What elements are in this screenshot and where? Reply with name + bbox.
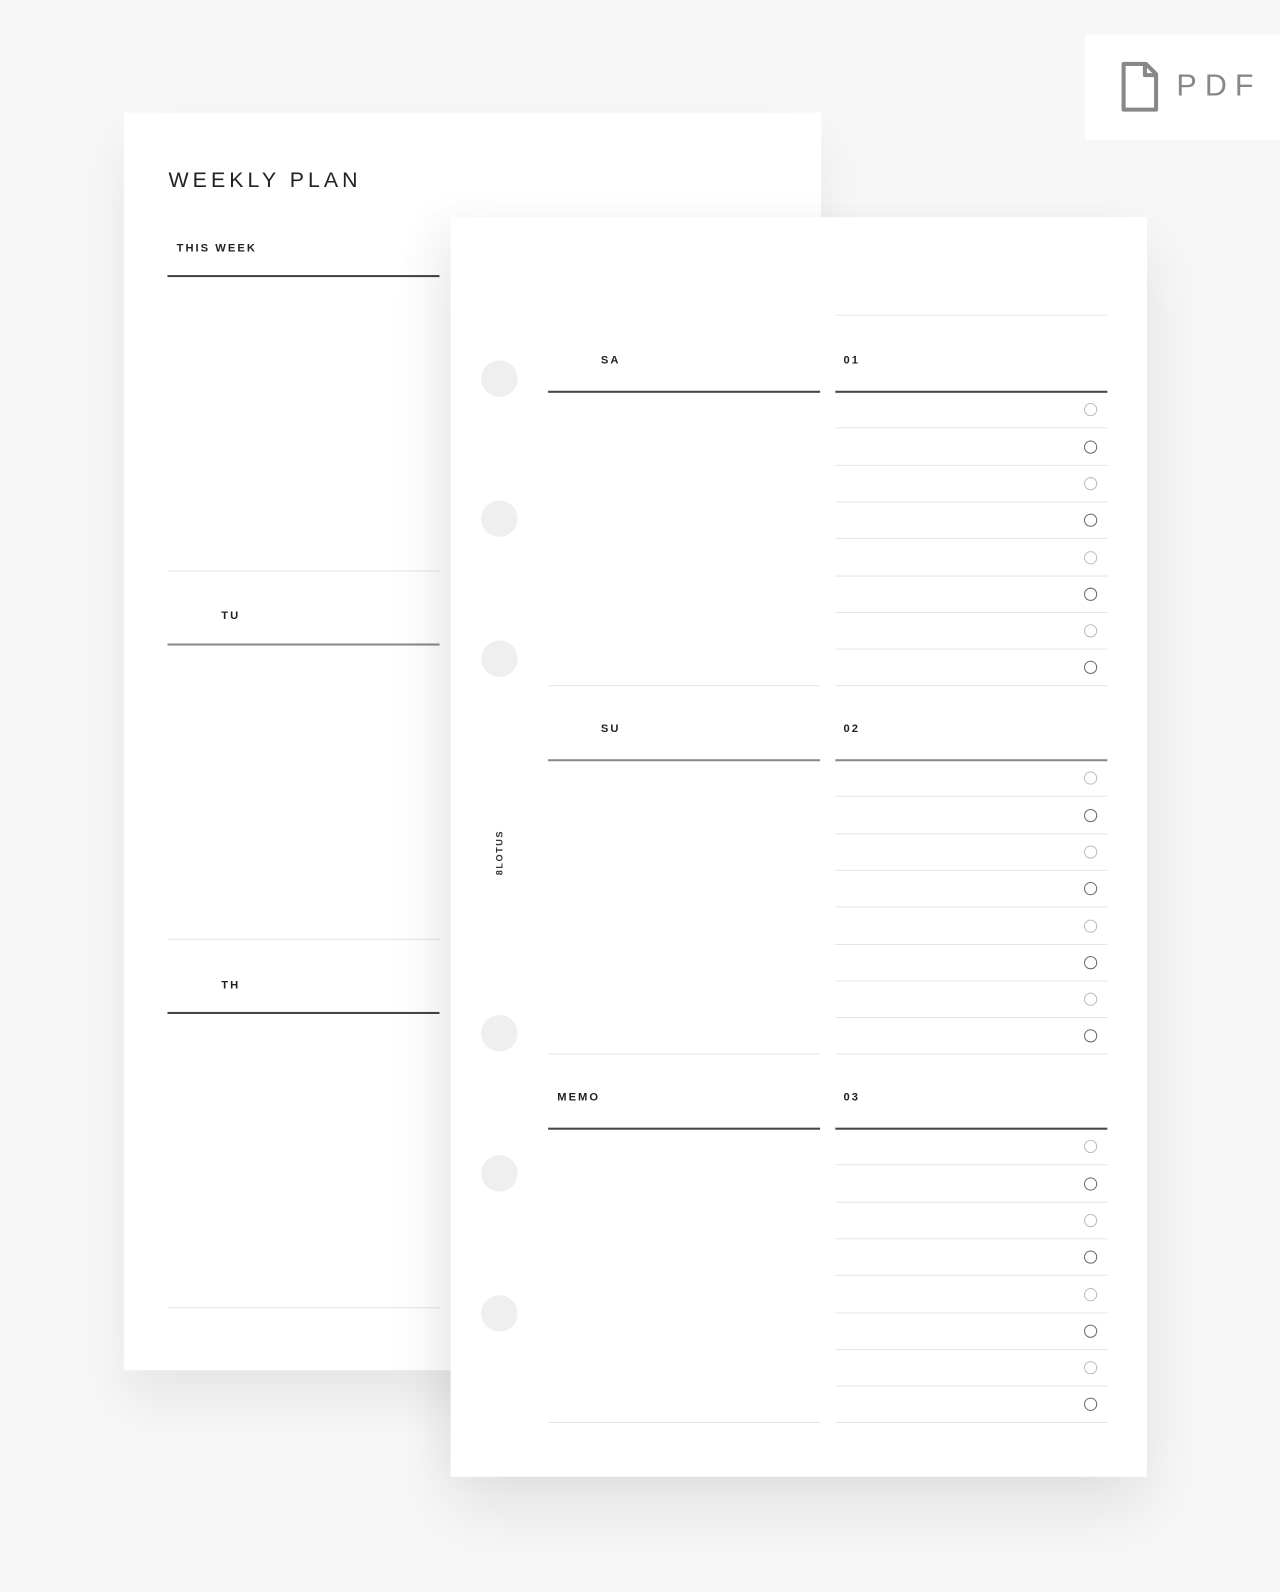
- task-line: [835, 796, 1108, 798]
- task-line: [835, 685, 1108, 687]
- checkbox[interactable]: [1084, 808, 1098, 822]
- checkbox[interactable]: [1084, 1287, 1098, 1301]
- section-tu: TU: [221, 610, 241, 623]
- section-this-week: THIS WEEK: [176, 242, 257, 255]
- divider: [548, 759, 821, 761]
- task-line: [835, 427, 1108, 429]
- checkbox[interactable]: [1084, 476, 1098, 491]
- checkbox[interactable]: [1084, 587, 1098, 601]
- section-label-left: SA: [600, 354, 621, 367]
- task-line: [835, 980, 1108, 982]
- divider: [167, 570, 440, 572]
- page-title: WEEKLY PLAN: [168, 168, 362, 192]
- divider: [548, 1127, 821, 1130]
- checkbox[interactable]: [1084, 1176, 1098, 1191]
- binder-hole: [481, 1015, 518, 1052]
- binder-hole: [481, 500, 518, 537]
- task-line: [835, 1201, 1108, 1203]
- divider: [835, 314, 1108, 316]
- brand-mark: 8LOTUS: [494, 830, 505, 876]
- divider: [167, 275, 440, 277]
- task-line: [835, 1238, 1108, 1240]
- task-line: [835, 943, 1108, 945]
- section-label-right: 01: [843, 354, 860, 367]
- task-line: [835, 1017, 1108, 1019]
- section-label-right: 03: [843, 1091, 860, 1104]
- binder-hole: [481, 640, 518, 678]
- divider: [167, 1011, 440, 1014]
- task-line: [835, 611, 1108, 613]
- stage: WEEKLY PLAN THIS WEEK TU TH SA 01 SU 02 MEMO…: [0, 0, 1280, 1592]
- binder-hole: [481, 360, 518, 397]
- task-line: [835, 1275, 1108, 1277]
- divider: [835, 759, 1108, 761]
- checkbox[interactable]: [1084, 440, 1098, 454]
- section-label-left: MEMO: [557, 1091, 601, 1104]
- divider: [548, 1422, 821, 1424]
- checkbox[interactable]: [1084, 919, 1098, 933]
- checkbox[interactable]: [1084, 624, 1098, 638]
- task-line: [835, 1422, 1108, 1424]
- task-line: [835, 538, 1108, 540]
- divider: [167, 643, 440, 646]
- binder-hole: [481, 1295, 518, 1332]
- task-line: [835, 832, 1108, 834]
- task-line: [835, 1348, 1108, 1350]
- task-line: [835, 574, 1108, 577]
- task-line: [835, 1311, 1108, 1313]
- divider: [835, 1127, 1108, 1130]
- file-icon: [1121, 61, 1159, 112]
- divider: [548, 390, 821, 393]
- section-label-right: 02: [843, 722, 860, 735]
- divider: [548, 685, 821, 687]
- section-label-left: SU: [600, 722, 621, 735]
- divider: [548, 1053, 821, 1055]
- divider: [167, 1307, 440, 1309]
- binder-hole: [481, 1155, 518, 1192]
- task-line: [835, 501, 1108, 503]
- front-page: [450, 217, 1147, 1477]
- task-line: [835, 648, 1108, 650]
- task-line: [835, 1164, 1108, 1166]
- divider: [167, 938, 440, 940]
- divider: [835, 390, 1108, 393]
- checkbox[interactable]: [1084, 992, 1098, 1006]
- checkbox[interactable]: [1084, 845, 1098, 859]
- task-line: [835, 464, 1108, 466]
- pdf-label: PDF: [1176, 69, 1262, 103]
- checkbox[interactable]: [1084, 1324, 1098, 1338]
- checkbox[interactable]: [1084, 550, 1098, 564]
- section-th: TH: [221, 979, 241, 992]
- task-line: [835, 1053, 1108, 1055]
- task-line: [835, 1385, 1108, 1387]
- pdf-badge[interactable]: PDF: [1085, 34, 1280, 141]
- checkbox[interactable]: [1084, 955, 1098, 970]
- checkbox[interactable]: [1084, 1361, 1098, 1375]
- task-line: [835, 906, 1108, 908]
- checkbox[interactable]: [1084, 1213, 1098, 1228]
- task-line: [835, 869, 1108, 871]
